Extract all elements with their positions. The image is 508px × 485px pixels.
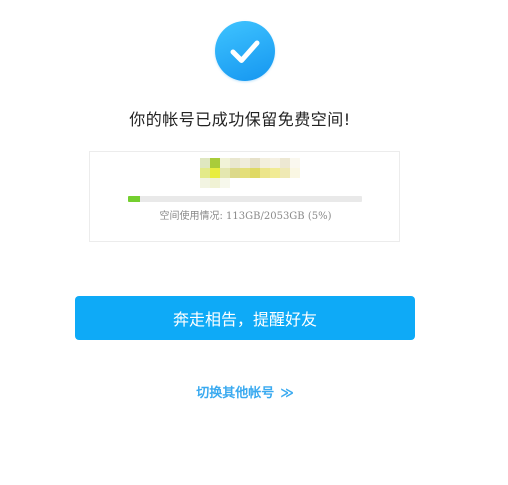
check-circle-icon: [215, 21, 275, 81]
storage-label: 空间使用情况:: [159, 211, 227, 222]
switch-account-link[interactable]: 切换其他帐号 ≫: [0, 382, 490, 401]
switch-account-label: 切换其他帐号: [196, 386, 275, 401]
save-space-success-page: 你的帐号已成功保留免费空间! 空间使用情况: 113GB/2053GB (5%)…: [0, 0, 508, 485]
double-chevron-right-icon: ≫: [280, 386, 294, 401]
share-with-friends-button[interactable]: 奔走相告，提醒好友: [75, 296, 415, 340]
storage-usage-text: 空间使用情况: 113GB/2053GB (5%): [90, 207, 401, 222]
account-storage-card: 空间使用情况: 113GB/2053GB (5%): [89, 151, 400, 242]
storage-usage-fill: [128, 196, 140, 202]
storage-total: 2053GB: [263, 211, 305, 222]
storage-percent: (5%): [304, 211, 332, 222]
storage-used: 113GB: [226, 211, 261, 222]
storage-usage-bar: [128, 196, 362, 202]
account-name-pixelated: [200, 158, 320, 194]
success-message: 你的帐号已成功保留免费空间!: [129, 110, 351, 129]
